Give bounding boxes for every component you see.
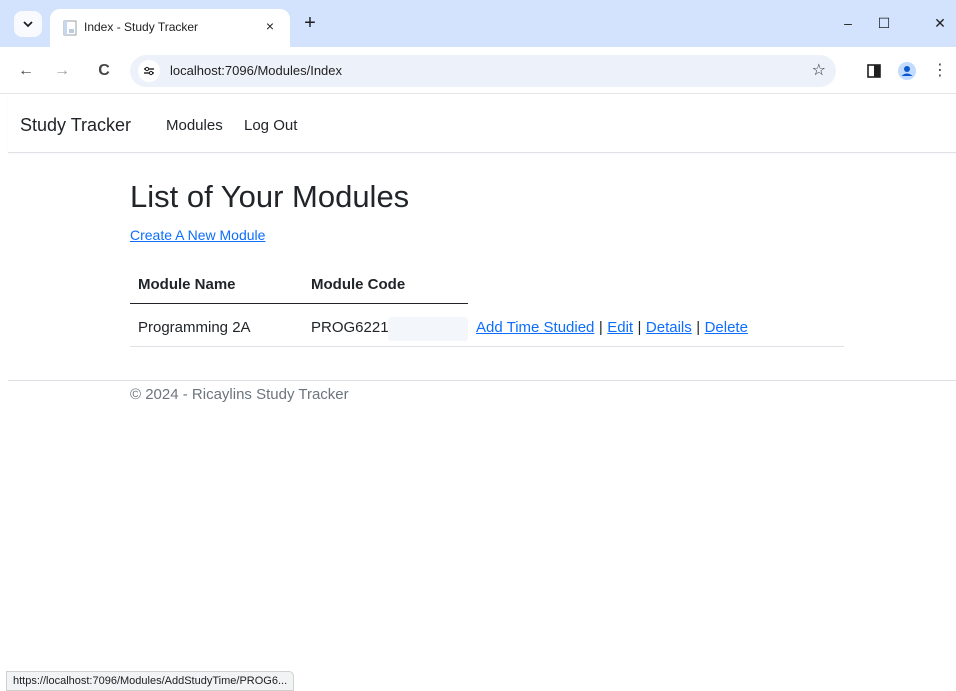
column-header-module-code: Module Code (311, 276, 406, 293)
details-link[interactable]: Details (646, 319, 692, 336)
tab-active[interactable]: Index - Study Tracker × (50, 9, 290, 47)
row-actions: Add Time Studied | Edit | Details | Dele… (476, 319, 748, 337)
row-divider (130, 346, 844, 347)
drag-ghost-overlay (388, 317, 468, 341)
forward-button[interactable]: → (52, 61, 72, 81)
back-button[interactable]: ← (16, 61, 36, 81)
site-navbar: Study Tracker Modules Log Out (8, 95, 956, 153)
tab-strip: Index - Study Tracker × + – ☐ ✕ (0, 0, 956, 47)
module-code-cell: PROG6221 (311, 319, 389, 336)
url-text[interactable]: localhost:7096/Modules/Index (170, 63, 342, 78)
nav-link-logout[interactable]: Log Out (244, 117, 297, 134)
header-divider (130, 303, 468, 304)
delete-link[interactable]: Delete (705, 319, 748, 336)
add-time-studied-link[interactable]: Add Time Studied (476, 319, 594, 336)
chevron-down-icon (23, 21, 33, 28)
tab-title: Index - Study Tracker (84, 20, 199, 34)
status-bar-url: https://localhost:7096/Modules/AddStudyT… (6, 671, 295, 691)
page-content: Study Tracker Modules Log Out List of Yo… (8, 95, 956, 691)
minimize-button[interactable]: – (836, 12, 860, 34)
column-header-module-name: Module Name (138, 276, 236, 293)
tab-close-icon[interactable]: × (261, 17, 279, 35)
reload-button[interactable]: C (94, 61, 114, 81)
bookmark-star-icon[interactable]: ☆ (812, 60, 826, 80)
nav-link-modules[interactable]: Modules (166, 117, 223, 134)
side-panel-icon[interactable] (864, 61, 884, 81)
module-name-cell: Programming 2A (138, 319, 251, 336)
browser-toolbar: ← → C localhost:7096/Modules/Index ☆ ⋮ (0, 47, 956, 94)
site-info-icon[interactable] (138, 60, 160, 82)
action-separator: | (696, 319, 701, 336)
browser-menu-icon[interactable]: ⋮ (930, 61, 950, 81)
navbar-brand[interactable]: Study Tracker (20, 115, 131, 136)
action-separator: | (637, 319, 642, 336)
maximize-button[interactable]: ☐ (872, 12, 896, 34)
page-title: List of Your Modules (130, 179, 410, 214)
footer-text: © 2024 - Ricaylins Study Tracker (130, 386, 349, 403)
profile-avatar-icon[interactable] (897, 61, 917, 81)
edit-link[interactable]: Edit (607, 319, 633, 336)
page-favicon-icon (63, 20, 77, 36)
address-bar[interactable]: localhost:7096/Modules/Index ☆ (130, 55, 836, 87)
tune-icon (144, 66, 154, 76)
create-module-link[interactable]: Create A New Module (130, 227, 265, 243)
action-separator: | (598, 319, 603, 336)
footer-divider (8, 380, 956, 381)
new-tab-button[interactable]: + (300, 13, 320, 33)
close-window-button[interactable]: ✕ (928, 12, 952, 34)
tab-search-button[interactable] (14, 11, 42, 37)
